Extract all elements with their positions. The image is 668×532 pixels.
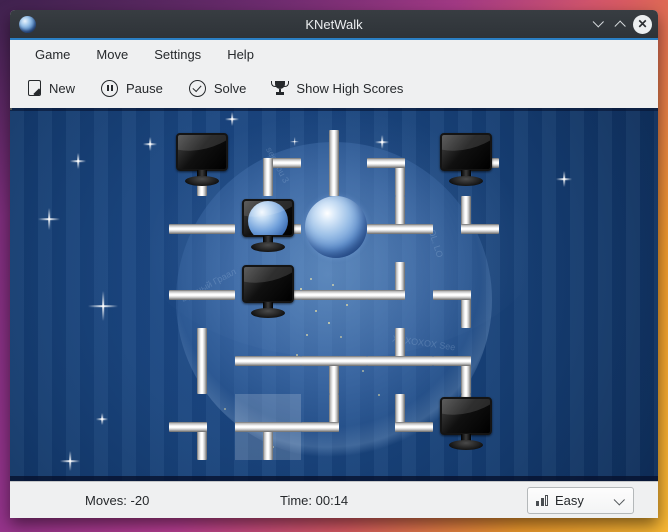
statusbar: Moves: -20 Time: 00:14 Easy bbox=[10, 481, 658, 518]
menu-game[interactable]: Game bbox=[22, 47, 83, 62]
solve-button[interactable]: Solve bbox=[189, 80, 247, 97]
board-edge bbox=[10, 108, 658, 111]
terminal-icon bbox=[176, 133, 228, 185]
star-sparkle bbox=[143, 137, 157, 151]
cell-2-2-straight[interactable] bbox=[301, 262, 367, 328]
minimize-icon[interactable] bbox=[595, 20, 604, 29]
cell-4-2-elbow[interactable] bbox=[433, 262, 499, 328]
cell-0-0-terminal[interactable] bbox=[169, 130, 235, 196]
cell-0-3-straight[interactable] bbox=[169, 328, 235, 394]
pause-circle-icon bbox=[101, 80, 118, 97]
pipe-arm-e bbox=[461, 224, 499, 234]
pipe-arm-w bbox=[301, 422, 339, 432]
cell-1-2-terminal[interactable] bbox=[235, 262, 301, 328]
pause-button[interactable]: Pause bbox=[101, 80, 163, 97]
new-document-icon bbox=[28, 80, 41, 96]
difficulty-dropdown[interactable]: Easy bbox=[527, 487, 634, 514]
pause-button-label: Pause bbox=[126, 81, 163, 96]
terminal-icon bbox=[440, 133, 492, 185]
pipe-arm-w bbox=[169, 422, 207, 432]
globe-screen bbox=[248, 201, 288, 237]
cell-1-4-tee[interactable] bbox=[235, 394, 301, 460]
pipe-arm-w bbox=[367, 224, 405, 234]
cell-3-1-tee[interactable] bbox=[367, 196, 433, 262]
game-board: see you 3 щенный Граал LOL. LO XOXOXOX S… bbox=[10, 108, 658, 481]
cell-0-1-straight[interactable] bbox=[169, 196, 235, 262]
close-button[interactable]: ✕ bbox=[633, 15, 652, 34]
knetwalk-window: KNetWalk ✕ Game Move Settings Help New P… bbox=[10, 10, 658, 518]
star-sparkle bbox=[225, 112, 239, 126]
cell-2-3-tee[interactable] bbox=[301, 328, 367, 394]
star-sparkle bbox=[70, 153, 86, 169]
menu-settings[interactable]: Settings bbox=[141, 47, 214, 62]
menu-move[interactable]: Move bbox=[83, 47, 141, 62]
titlebar[interactable]: KNetWalk ✕ bbox=[10, 10, 658, 38]
time-counter: Time: 00:14 bbox=[280, 493, 348, 508]
star-sparkle bbox=[88, 291, 118, 321]
pipe-arm-s bbox=[329, 158, 339, 196]
menubar: Game Move Settings Help bbox=[10, 40, 658, 68]
star-sparkle bbox=[60, 451, 80, 471]
terminal-icon bbox=[242, 265, 294, 317]
menu-help[interactable]: Help bbox=[214, 47, 267, 62]
pipe-arm-s bbox=[263, 158, 273, 196]
cell-2-0-straight[interactable] bbox=[301, 130, 367, 196]
pipe-arm-s bbox=[197, 356, 207, 394]
show-high-scores-button[interactable]: Show High Scores bbox=[272, 80, 403, 96]
cell-1-3-straight[interactable] bbox=[235, 328, 301, 394]
cell-4-3-elbow[interactable] bbox=[433, 328, 499, 394]
pipe-arm-w bbox=[433, 290, 471, 300]
maximize-icon[interactable] bbox=[614, 20, 623, 29]
solve-button-label: Solve bbox=[214, 81, 247, 96]
star-sparkle bbox=[38, 208, 60, 230]
pipe-arm-w bbox=[169, 224, 207, 234]
pipe-arm-w bbox=[235, 356, 273, 366]
new-button[interactable]: New bbox=[28, 80, 75, 96]
pipe-arm-w bbox=[301, 290, 339, 300]
star-sparkle bbox=[556, 171, 572, 187]
star-sparkle bbox=[375, 135, 389, 149]
cell-3-4-elbow[interactable] bbox=[367, 394, 433, 460]
cell-2-1-hidden-behind-sphere[interactable] bbox=[301, 196, 367, 262]
cell-4-1-elbow[interactable] bbox=[433, 196, 499, 262]
cell-3-2-elbow[interactable] bbox=[367, 262, 433, 328]
pipe-arm-w bbox=[235, 422, 273, 432]
server-icon bbox=[242, 199, 294, 251]
show-high-scores-label: Show High Scores bbox=[296, 81, 403, 96]
pipe-arm-w bbox=[367, 290, 405, 300]
difficulty-bars-icon bbox=[536, 495, 549, 507]
cell-3-3-tee[interactable] bbox=[367, 328, 433, 394]
pipe-arm-w bbox=[433, 356, 471, 366]
pipe-arm-e bbox=[395, 422, 433, 432]
trophy-icon bbox=[272, 80, 288, 96]
new-button-label: New bbox=[49, 81, 75, 96]
window-title: KNetWalk bbox=[10, 17, 658, 32]
difficulty-value: Easy bbox=[555, 493, 584, 508]
close-icon: ✕ bbox=[637, 18, 647, 30]
terminal-icon bbox=[440, 397, 492, 449]
pipe-arm-w bbox=[301, 356, 339, 366]
pipe-arm-w bbox=[367, 356, 405, 366]
toolbar: New Pause Solve Show High Scores bbox=[10, 68, 658, 108]
cell-0-2-straight[interactable] bbox=[169, 262, 235, 328]
solve-check-icon bbox=[189, 80, 206, 97]
cell-4-0-terminal[interactable] bbox=[433, 130, 499, 196]
chevron-down-icon bbox=[616, 498, 624, 506]
moves-counter: Moves: -20 bbox=[85, 493, 149, 508]
pipe-arm-w bbox=[169, 290, 207, 300]
star-sparkle bbox=[96, 413, 108, 425]
cell-4-4-terminal[interactable] bbox=[433, 394, 499, 460]
cell-0-4-elbow[interactable] bbox=[169, 394, 235, 460]
pipe-arm-w bbox=[367, 158, 405, 168]
cell-2-4-elbow[interactable] bbox=[301, 394, 367, 460]
pipe-grid bbox=[169, 130, 499, 460]
star-sparkle bbox=[290, 137, 299, 146]
cell-1-1-server[interactable] bbox=[235, 196, 301, 262]
